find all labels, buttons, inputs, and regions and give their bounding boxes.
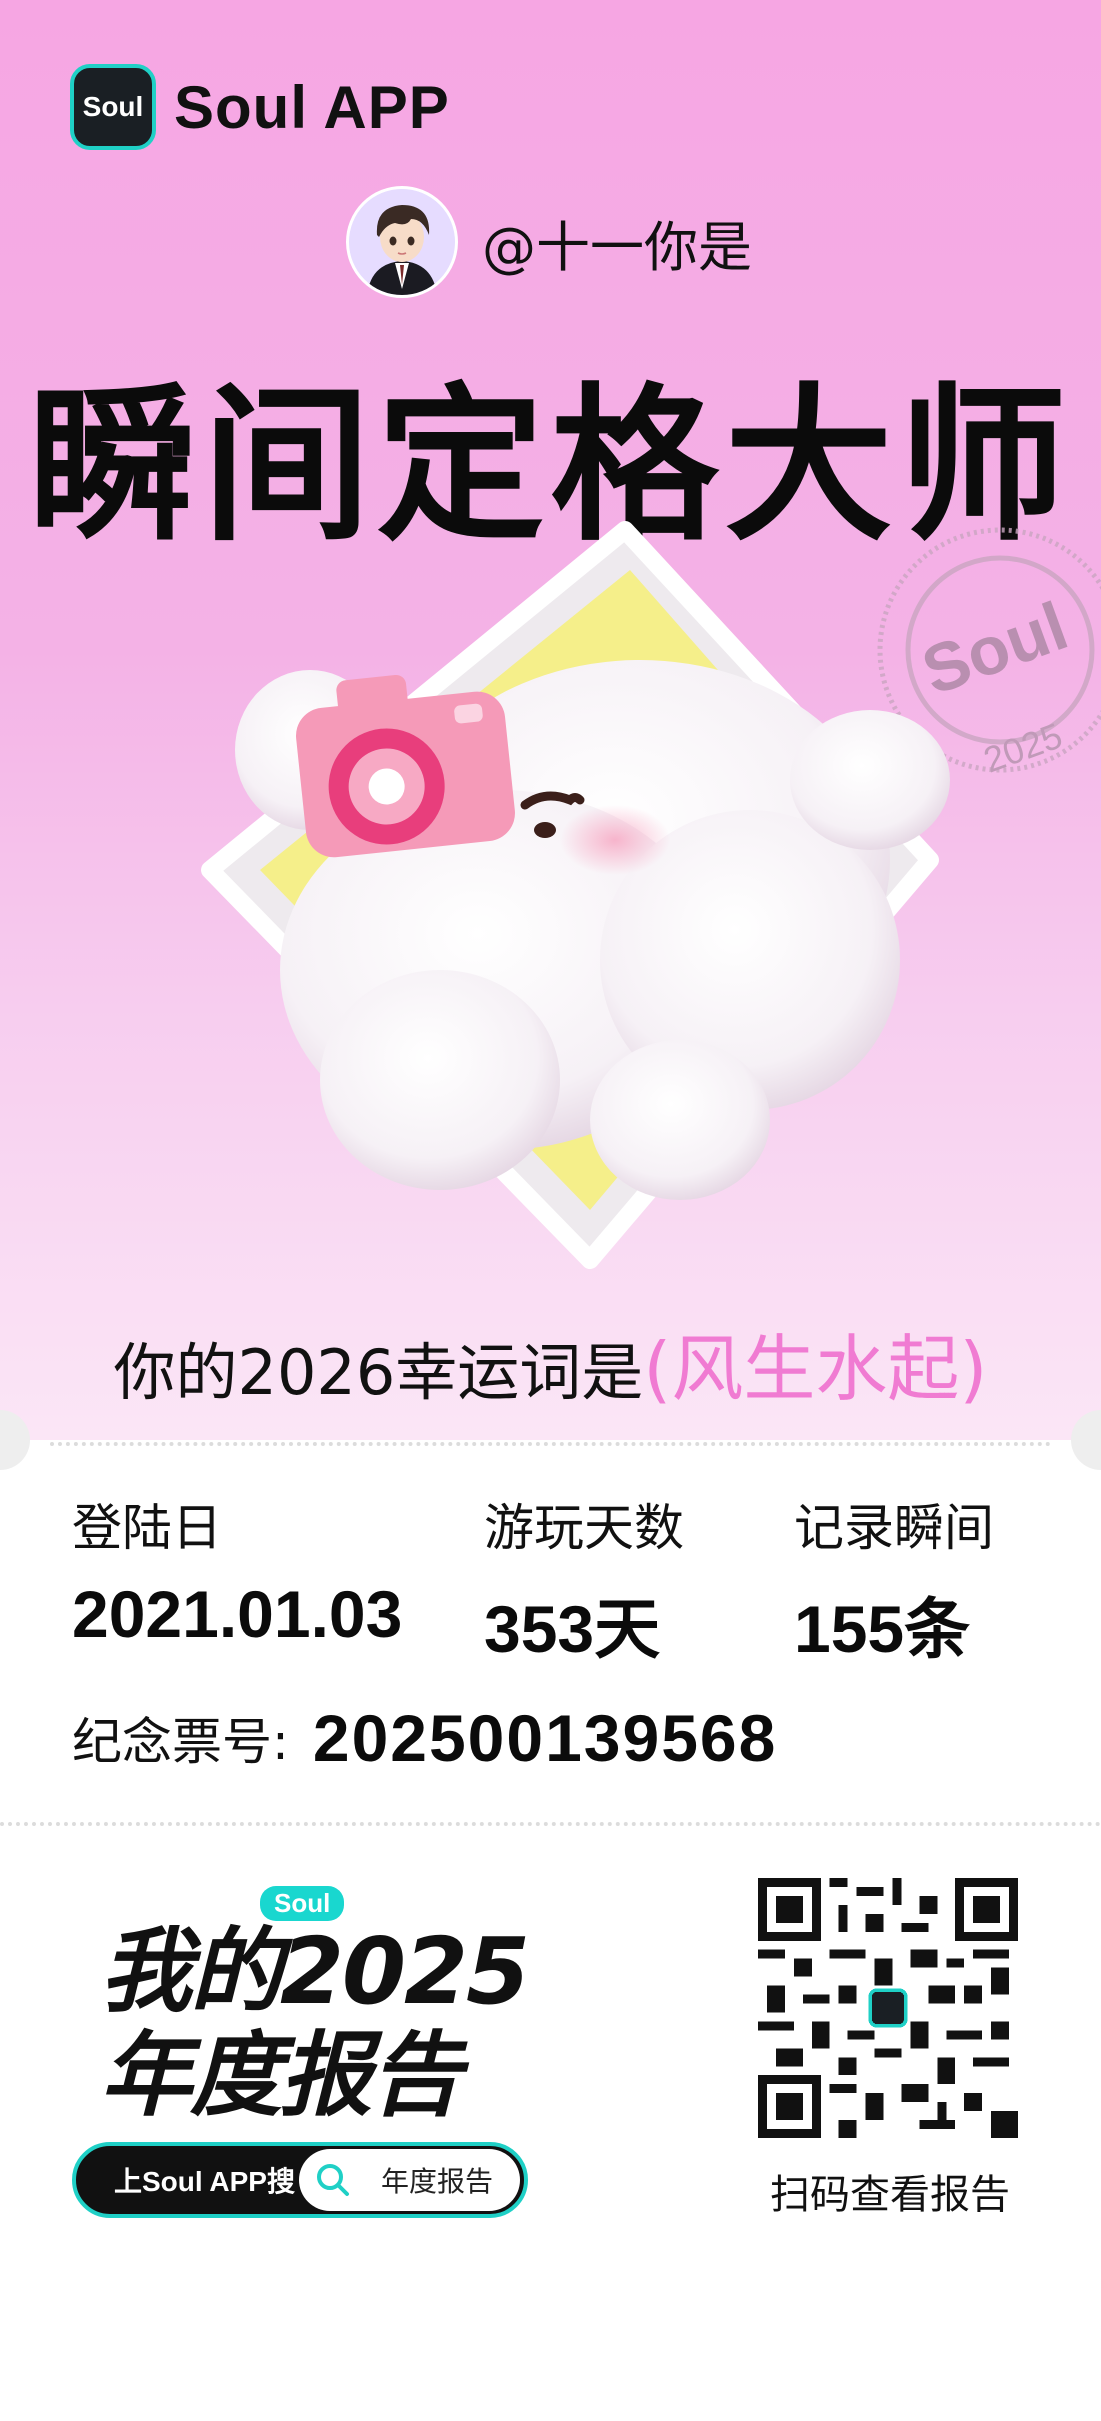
soul-pill-badge: Soul (260, 1886, 345, 1921)
perforation-divider (0, 1822, 1101, 1826)
avatar[interactable] (346, 186, 458, 298)
search-icon (317, 2164, 349, 2196)
report-line-2: 年度报告 (100, 2022, 462, 2129)
ticket-value: 202500139568 (312, 1701, 778, 1775)
brand-logo: Soul Soul APP (70, 64, 450, 150)
qr-code-icon[interactable] (758, 1878, 1018, 2138)
stats-row: 登陆日 2021.01.03 游玩天数 353天 记录瞬间 155条 (72, 1488, 1032, 1668)
search-bar[interactable]: 上Soul APP搜 年度报告 (72, 2142, 528, 2218)
report-line-1: 我的2025 (100, 1918, 530, 2025)
hero-section: Soul Soul APP @十一你是 瞬间定格大师 Soul 2025 你的2… (0, 0, 1101, 1440)
stamp-year-text: 2025 (978, 715, 1067, 781)
search-field[interactable]: 年度报告 (299, 2149, 520, 2211)
stat-value: 2021.01.03 (72, 1577, 403, 1651)
stat-login-date: 登陆日 2021.01.03 (72, 1488, 402, 1652)
mascot-illustration (201, 521, 950, 1269)
ticket-number: 纪念票号: 202500139568 (72, 1700, 777, 1776)
brand-name: Soul APP (174, 73, 450, 141)
lucky-word-prefix: 你的2026幸运词是 (113, 1336, 644, 1409)
qr-label: 扫码查看报告 (770, 2172, 1010, 2218)
ticket-label: 纪念票号: (72, 1713, 289, 1771)
stat-label: 记录瞬间 (794, 1499, 994, 1557)
soul-logo-icon: Soul (70, 64, 156, 150)
stat-label: 登陆日 (72, 1499, 222, 1557)
perforation-divider (50, 1442, 1051, 1446)
stat-play-days: 游玩天数 353天 (484, 1488, 684, 1672)
stat-value: 155条 (794, 1592, 971, 1666)
user-info: @十一你是 (346, 186, 752, 298)
search-keyword: 年度报告 (381, 2165, 494, 2198)
stat-moments: 记录瞬间 155条 (794, 1488, 994, 1672)
username: @十一你是 (482, 215, 752, 279)
stat-value: 353天 (484, 1592, 661, 1666)
lucky-word: 你的2026幸运词是(风生水起) (0, 1310, 1101, 1415)
lucky-word-value: (风生水起) (643, 1327, 988, 1411)
stat-label: 游玩天数 (484, 1499, 684, 1557)
annual-report-logo: Soul 我的2025 年度报告 (100, 1886, 530, 2129)
search-bar-prefix: 上Soul APP搜 (114, 2166, 295, 2197)
